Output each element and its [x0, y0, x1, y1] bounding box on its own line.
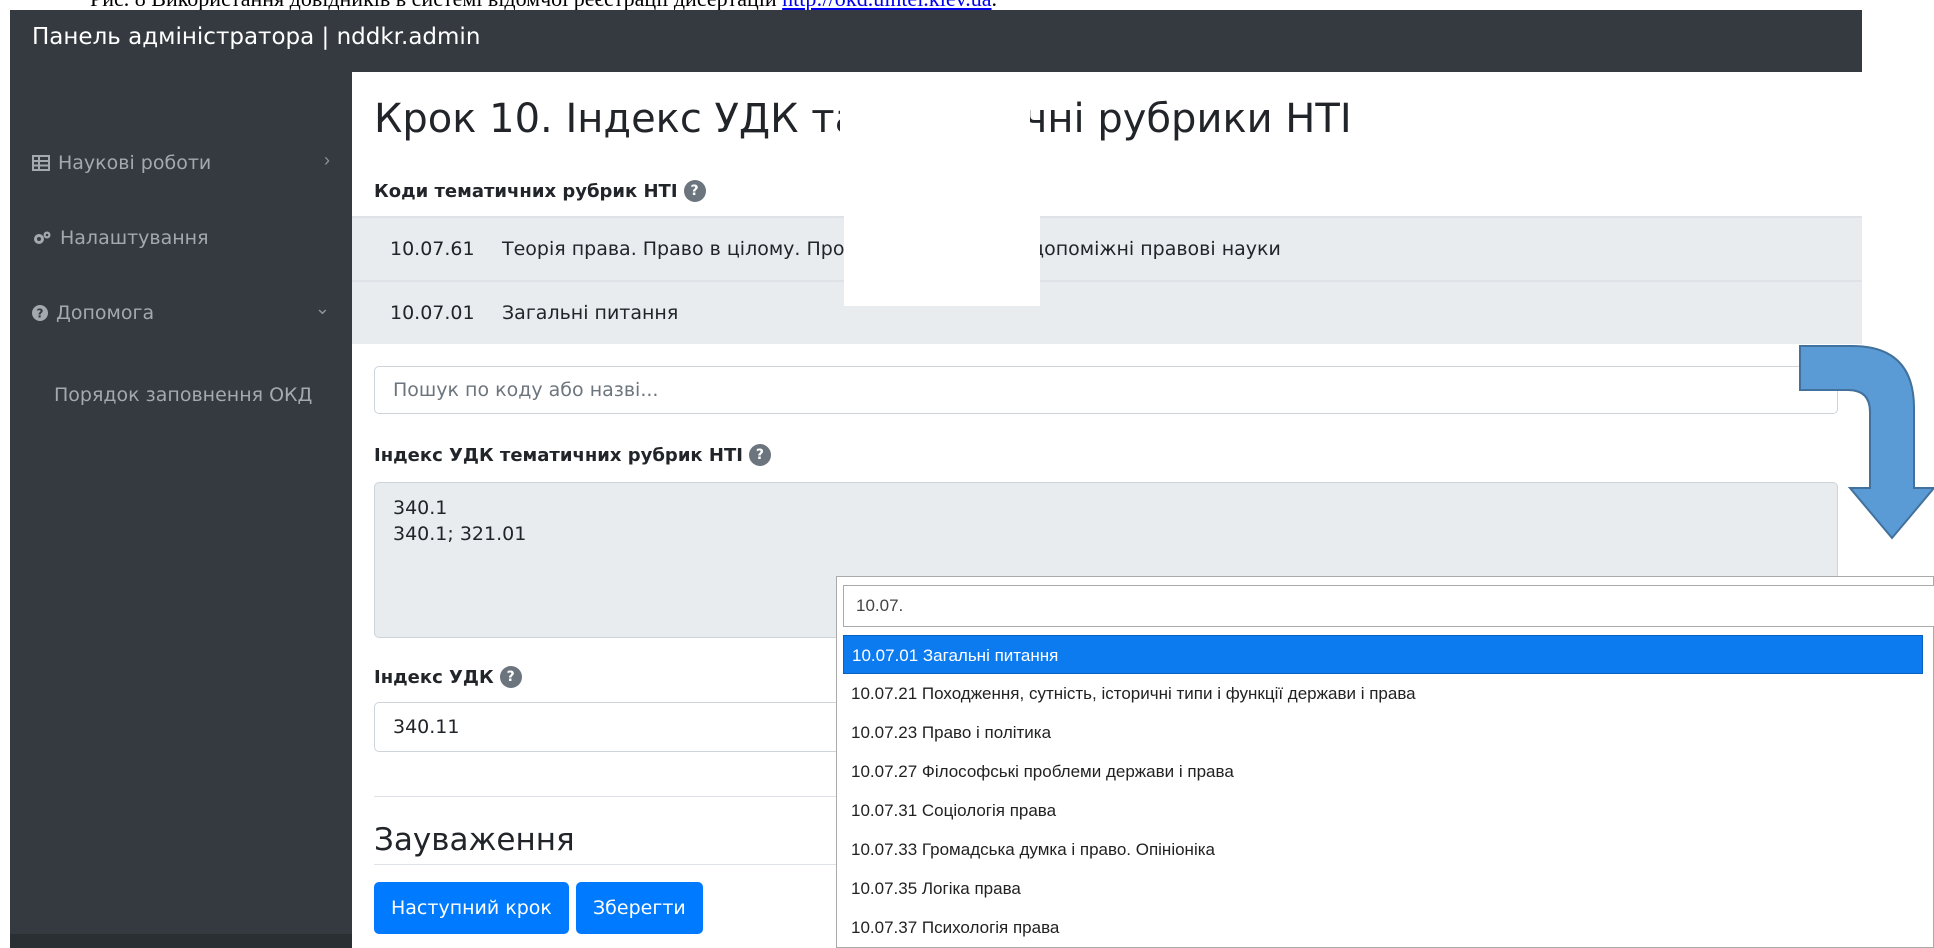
dropdown-option[interactable]: 10.07.33 Громадська думка і право. Опіні… — [843, 830, 1933, 869]
udk-rubrics-line: 340.1; 321.01 — [393, 523, 527, 545]
caption-link[interactable]: http://okd.uintei.kiev.ua — [782, 0, 991, 10]
chevron-right-icon: › — [324, 150, 330, 170]
rubric-code: 10.07.01 — [390, 302, 475, 324]
sidebar-item-settings[interactable]: Налаштування — [32, 227, 209, 249]
sidebar-item-research[interactable]: Наукові роботи — [32, 152, 211, 174]
help-icon[interactable]: ? — [748, 444, 771, 466]
dropdown-option[interactable]: 10.07.37 Психологія права — [843, 908, 1933, 947]
sidebar-item-label: Допомога — [56, 302, 155, 324]
sidebar-item-help[interactable]: ? Допомога — [32, 302, 154, 324]
rubric-code: 10.07.61 — [390, 238, 475, 260]
redaction-mask — [840, 86, 1030, 156]
navbar-brand[interactable]: Панель адміністратора | nddkr.admin — [32, 24, 480, 50]
help-icon[interactable]: ? — [683, 180, 706, 202]
rubrics-label: Коди тематичних рубрик НТІ ? — [374, 180, 706, 202]
dropdown-option[interactable]: 10.07.35 Логіка права — [843, 869, 1933, 908]
udk-label-text: Індекс УДК — [374, 666, 494, 688]
help-icon[interactable]: ? — [499, 666, 522, 688]
caption-text: Рис. 8 Використання довідників в системі… — [90, 0, 777, 10]
dropdown-option[interactable]: 10.07.27 Філософські проблеми держави і … — [843, 752, 1933, 791]
remarks-heading: Зауваження — [374, 822, 575, 858]
table-icon — [32, 155, 50, 171]
divider — [374, 796, 854, 797]
divider — [374, 864, 854, 865]
rubric-row[interactable]: 10.07.61 Теорія права. Право в цілому. П… — [352, 216, 1862, 280]
sidebar-subitem-fill-order[interactable]: Порядок заповнення ОКД — [54, 384, 312, 406]
sidebar-footer-strip — [10, 934, 352, 948]
svg-text:?: ? — [37, 307, 44, 321]
curved-arrow-icon — [1799, 345, 1934, 540]
rubric-row[interactable]: 10.07.01 Загальні питання — [352, 280, 1862, 344]
save-button[interactable]: Зберегти — [576, 882, 703, 934]
udk-rubrics-line: 340.1 — [393, 497, 448, 519]
sidebar-item-label: Наукові роботи — [58, 152, 212, 174]
redaction-mask — [844, 214, 1040, 306]
autocomplete-dropdown: 10.07. 10.07.01 Загальні питання 10.07.2… — [836, 576, 1934, 948]
dropdown-option[interactable]: 10.07.31 Соціологія права — [843, 791, 1933, 830]
dropdown-options: 10.07.01 Загальні питання 10.07.21 Поход… — [843, 635, 1933, 947]
udk-rubrics-label: Індекс УДК тематичних рубрик НТІ ? — [374, 444, 771, 466]
rubric-search-input[interactable] — [374, 366, 1838, 414]
question-circle-icon: ? — [32, 305, 48, 321]
chevron-down-icon: ⌄ — [314, 298, 330, 318]
dropdown-option[interactable]: 10.07.21 Походження, сутність, історичні… — [843, 674, 1933, 713]
rubric-name: Загальні питання — [502, 302, 679, 324]
dropdown-option-selected[interactable]: 10.07.01 Загальні питання — [843, 635, 1923, 674]
top-navbar: Панель адміністратора | nddkr.admin — [10, 10, 1862, 72]
dropdown-option[interactable]: 10.07.23 Право і політика — [843, 713, 1933, 752]
udk-index-input[interactable]: 340.11 — [374, 702, 854, 752]
next-step-button[interactable]: Наступний крок — [374, 882, 569, 934]
gears-icon — [34, 231, 51, 244]
udk-label: Індекс УДК ? — [374, 666, 522, 688]
sidebar-item-label: Налаштування — [60, 227, 209, 249]
dropdown-search-input[interactable]: 10.07. — [843, 585, 1934, 627]
udk-rubrics-label-text: Індекс УДК тематичних рубрик НТІ — [374, 444, 743, 466]
rubrics-label-text: Коди тематичних рубрик НТІ — [374, 180, 678, 202]
document-caption: Рис. 8 Використання довідників в системі… — [0, 0, 1934, 10]
sidebar: Наукові роботи › Налаштування ? Допомога… — [10, 72, 352, 948]
